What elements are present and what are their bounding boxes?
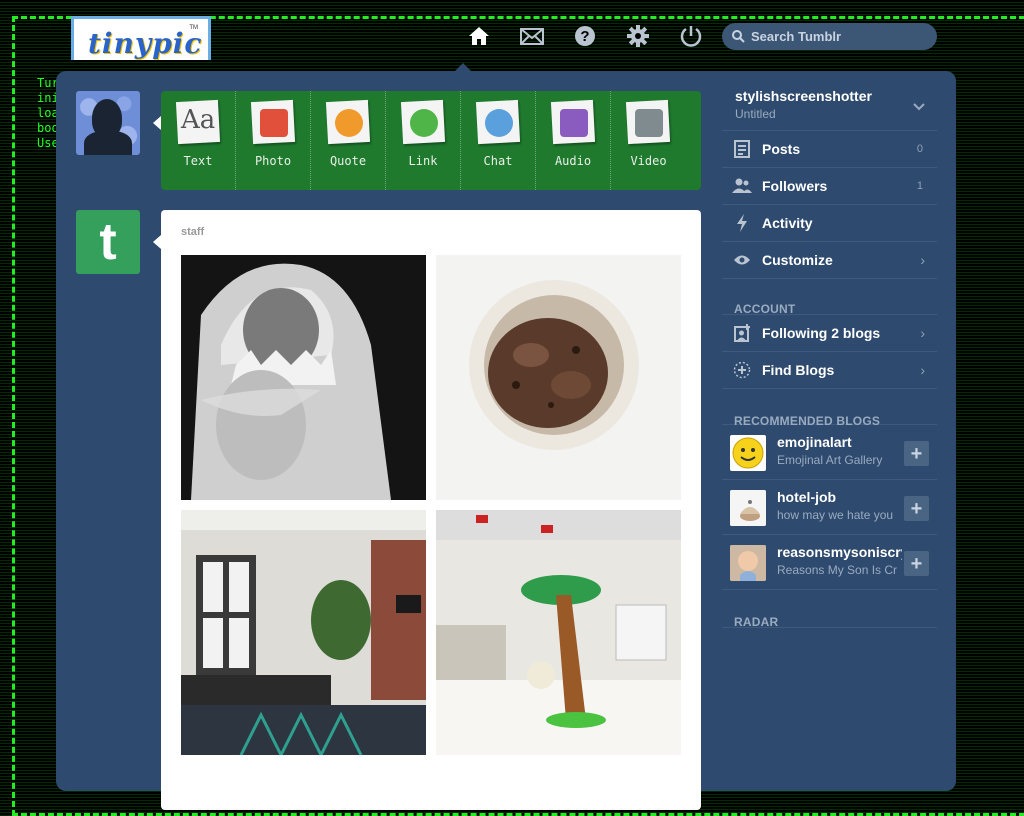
post-card: staff: [161, 210, 701, 810]
svg-text:?: ?: [580, 28, 589, 45]
follow-reasonsmysoniscrying-button[interactable]: +: [904, 551, 929, 576]
tinypic-logo[interactable]: tinypic TM: [71, 16, 211, 60]
radar-header: RADAR: [722, 590, 937, 629]
eye-icon: [722, 254, 762, 266]
logo-tm: TM: [189, 25, 198, 31]
staff-avatar[interactable]: t: [76, 210, 140, 274]
post-type-bar: Aa Text Photo Quote Link Chat Audio Vide…: [161, 91, 701, 190]
photo-post-icon: [260, 109, 288, 137]
home-icon[interactable]: [452, 22, 505, 50]
activity-icon: [722, 214, 762, 232]
sidebar-item-find-blogs[interactable]: Find Blogs ›: [722, 352, 937, 389]
user-avatar[interactable]: [76, 91, 140, 155]
post-type-link[interactable]: Link: [386, 91, 461, 190]
blog-title: Untitled: [735, 107, 776, 121]
sidebar-item-followers[interactable]: Followers 1: [722, 168, 937, 205]
follow-emojinalart-button[interactable]: +: [904, 441, 929, 466]
logo-text: tinypic: [88, 27, 203, 60]
chevron-down-icon[interactable]: [913, 98, 925, 116]
mail-icon[interactable]: [505, 22, 558, 50]
recommended-blog-emojinalart[interactable]: emojinalart Emojinal Art Gallery +: [722, 425, 937, 480]
blog-name: stylishscreenshotter: [735, 88, 872, 104]
sidebar-item-activity[interactable]: Activity: [722, 205, 937, 242]
search-placeholder: Search Tumblr: [751, 29, 842, 44]
photo-costume[interactable]: [181, 255, 426, 500]
recommended-blog-hotel-job[interactable]: hotel-job how may we hate you +: [722, 480, 937, 535]
post-type-text[interactable]: Aa Text: [161, 91, 236, 190]
search-icon: [732, 30, 745, 43]
following-icon: [722, 324, 762, 342]
video-post-icon: [635, 109, 663, 137]
photo-ice-cream[interactable]: [436, 255, 681, 500]
account-header: ACCOUNT: [722, 279, 937, 316]
photo-office-lounge[interactable]: [181, 510, 426, 755]
sidebar-item-customize[interactable]: Customize ›: [722, 242, 937, 279]
text-post-icon: Aa: [181, 105, 216, 135]
followers-icon: [722, 178, 762, 194]
search-input[interactable]: Search Tumblr: [722, 23, 937, 50]
sidebar-item-following[interactable]: Following 2 blogs ›: [722, 315, 937, 352]
chevron-right-icon: ›: [920, 325, 925, 341]
post-type-photo[interactable]: Photo: [236, 91, 311, 190]
sidebar-item-posts[interactable]: Posts 0: [722, 131, 937, 168]
blog-header[interactable]: stylishscreenshotter Untitled: [722, 80, 937, 131]
help-icon[interactable]: ?: [558, 22, 611, 50]
post-author[interactable]: staff: [181, 226, 204, 238]
follow-hotel-job-button[interactable]: +: [904, 496, 929, 521]
chevron-right-icon: ›: [920, 362, 925, 378]
post-type-quote[interactable]: Quote: [311, 91, 386, 190]
recommended-blog-reasonsmysoniscrying[interactable]: reasonsmysoniscrying Reasons My Son Is C…: [722, 535, 937, 590]
post-bar-pointer: [153, 116, 161, 130]
photo-palm-tree-desk[interactable]: [436, 510, 681, 755]
chat-post-icon: [485, 109, 513, 137]
reasonsmysoniscrying-avatar: [730, 545, 766, 581]
sidebar: stylishscreenshotter Untitled Posts 0 Fo…: [722, 80, 937, 629]
gear-icon[interactable]: [611, 22, 664, 50]
posts-icon: [722, 140, 762, 158]
post-type-chat[interactable]: Chat: [461, 91, 536, 190]
chevron-right-icon: ›: [920, 252, 925, 268]
post-pointer: [153, 235, 161, 249]
post-type-video[interactable]: Video: [611, 91, 686, 190]
power-icon[interactable]: [664, 22, 717, 50]
quote-post-icon: [335, 109, 363, 137]
find-blogs-icon: [722, 361, 762, 379]
audio-post-icon: [560, 109, 588, 137]
emojinalart-avatar: [730, 435, 766, 471]
hotel-job-avatar: [730, 490, 766, 526]
top-navigation: ?: [452, 22, 717, 50]
recommended-header: RECOMMENDED BLOGS: [722, 389, 937, 428]
link-post-icon: [410, 109, 438, 137]
post-type-audio[interactable]: Audio: [536, 91, 611, 190]
